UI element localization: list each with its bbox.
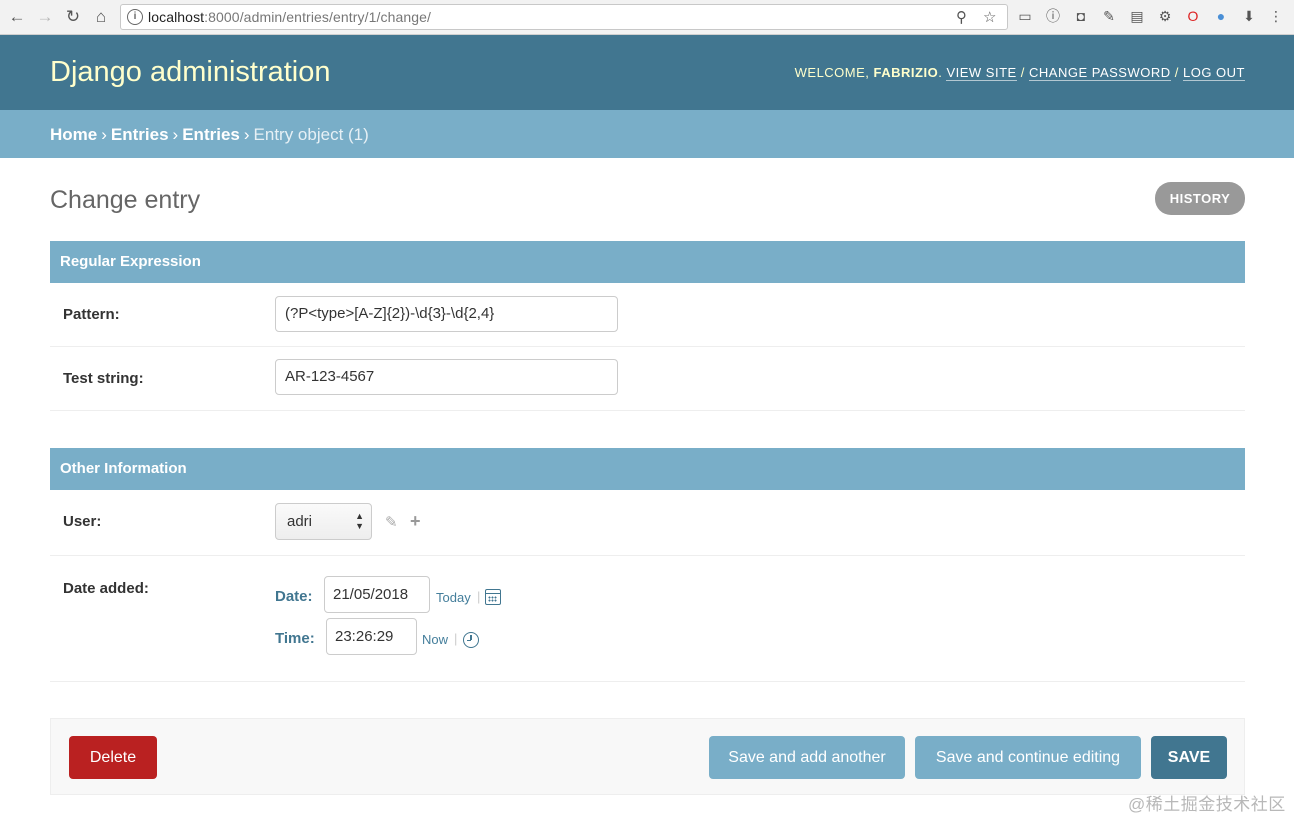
site-name[interactable]: Django administration	[50, 56, 330, 89]
breadcrumb-current: Entry object (1)	[253, 125, 369, 144]
home-icon[interactable]: ⌂	[90, 6, 112, 28]
log-out-link[interactable]: Log out	[1182, 65, 1245, 81]
now-link[interactable]: Now	[422, 632, 448, 647]
back-icon[interactable]: ←	[6, 6, 28, 28]
test-string-input[interactable]: AR-123-4567	[275, 359, 618, 395]
time-label: Time:	[275, 630, 315, 647]
date-input[interactable]: 21/05/2018	[324, 576, 430, 613]
date-separator: |	[477, 589, 481, 604]
fieldset-regex-heading: Regular Expression	[50, 241, 1245, 283]
form-row-pattern: Pattern: (?P<type>[A-Z]{2})-\d{3}-\d{2,4…	[50, 283, 1245, 347]
breadcrumb-home[interactable]: Home	[50, 125, 97, 144]
username: fabrizio	[873, 65, 939, 80]
breadcrumb-app[interactable]: Entries	[111, 125, 169, 144]
edit-related-icon[interactable]: ✎	[385, 513, 398, 531]
breadcrumb-model[interactable]: Entries	[182, 125, 240, 144]
date-added-label: Date added:	[63, 580, 149, 597]
download-icon[interactable]: ⬇	[1241, 8, 1257, 24]
user-tools: Welcome, fabrizio. View site / Change pa…	[794, 65, 1245, 81]
evernote-extension-icon[interactable]: ✎	[1101, 8, 1117, 24]
user-select-value: adri	[287, 513, 313, 530]
date-label: Date:	[275, 588, 313, 605]
form-row-user: User: adri ▲ ▼ ✎ +	[50, 490, 1245, 556]
gear-extension-icon[interactable]: ⚙	[1157, 8, 1173, 24]
page-title: Change entry	[50, 186, 201, 214]
admin-header: Django administration Welcome, fabrizio.…	[0, 35, 1294, 110]
watermark: @稀土掘金技术社区	[1128, 795, 1286, 814]
browser-toolbar: ← → ↻ ⌂ i localhost:8000/admin/entries/e…	[0, 0, 1294, 35]
user-label: User:	[63, 513, 102, 530]
pattern-label: Pattern:	[63, 306, 120, 323]
submit-row: Delete Save and add another Save and con…	[50, 718, 1245, 795]
fieldset-other-heading: Other Information	[50, 448, 1245, 490]
save-button[interactable]: SAVE	[1151, 736, 1227, 779]
document-extension-icon[interactable]: ▤	[1129, 8, 1145, 24]
clock-icon[interactable]	[463, 632, 479, 648]
welcome-text: Welcome,	[794, 65, 870, 80]
site-info-icon[interactable]: i	[127, 9, 143, 25]
user-select[interactable]: adri ▲ ▼	[275, 503, 372, 540]
url-text: localhost:8000/admin/entries/entry/1/cha…	[148, 9, 432, 25]
pattern-input[interactable]: (?P<type>[A-Z]{2})-\d{3}-\d{2,4}	[275, 296, 618, 332]
save-and-add-another-button[interactable]: Save and add another	[709, 736, 905, 779]
time-separator: |	[454, 631, 458, 646]
bookmark-star-icon[interactable]: ☆	[983, 8, 996, 26]
history-button[interactable]: History	[1155, 182, 1245, 215]
time-input[interactable]: 23:26:29	[326, 618, 417, 655]
delete-button[interactable]: Delete	[69, 736, 157, 779]
add-related-icon[interactable]: +	[410, 511, 421, 532]
menu-icon[interactable]: ⋮	[1268, 8, 1284, 24]
forward-icon[interactable]: →	[34, 6, 56, 28]
screenshot-extension-icon[interactable]: ▭	[1017, 8, 1033, 24]
view-site-link[interactable]: View site	[946, 65, 1017, 81]
breadcrumb: Home › Entries › Entries › Entry object (1)	[0, 110, 1294, 158]
form-row-date-added: Date added: Date: 21/05/2018 Today | Tim…	[50, 556, 1245, 682]
today-link[interactable]: Today	[436, 590, 471, 605]
pocket-extension-icon[interactable]: ◘	[1073, 8, 1089, 24]
drop-extension-icon[interactable]: ●	[1213, 8, 1229, 24]
address-bar[interactable]: i localhost:8000/admin/entries/entry/1/c…	[120, 4, 1008, 30]
change-password-link[interactable]: Change password	[1029, 65, 1171, 81]
form-row-test-string: Test string: AR-123-4567	[50, 347, 1245, 411]
save-and-continue-button[interactable]: Save and continue editing	[915, 736, 1141, 779]
select-arrows-icon: ▲ ▼	[355, 511, 364, 531]
reload-icon[interactable]: ↻	[62, 6, 84, 28]
opera-extension-icon[interactable]: O	[1185, 8, 1201, 24]
test-string-label: Test string:	[63, 370, 144, 387]
calendar-icon[interactable]	[485, 589, 501, 605]
info-extension-icon[interactable]: ⓘ	[1045, 8, 1061, 24]
zoom-icon[interactable]: ⚲	[956, 8, 967, 26]
